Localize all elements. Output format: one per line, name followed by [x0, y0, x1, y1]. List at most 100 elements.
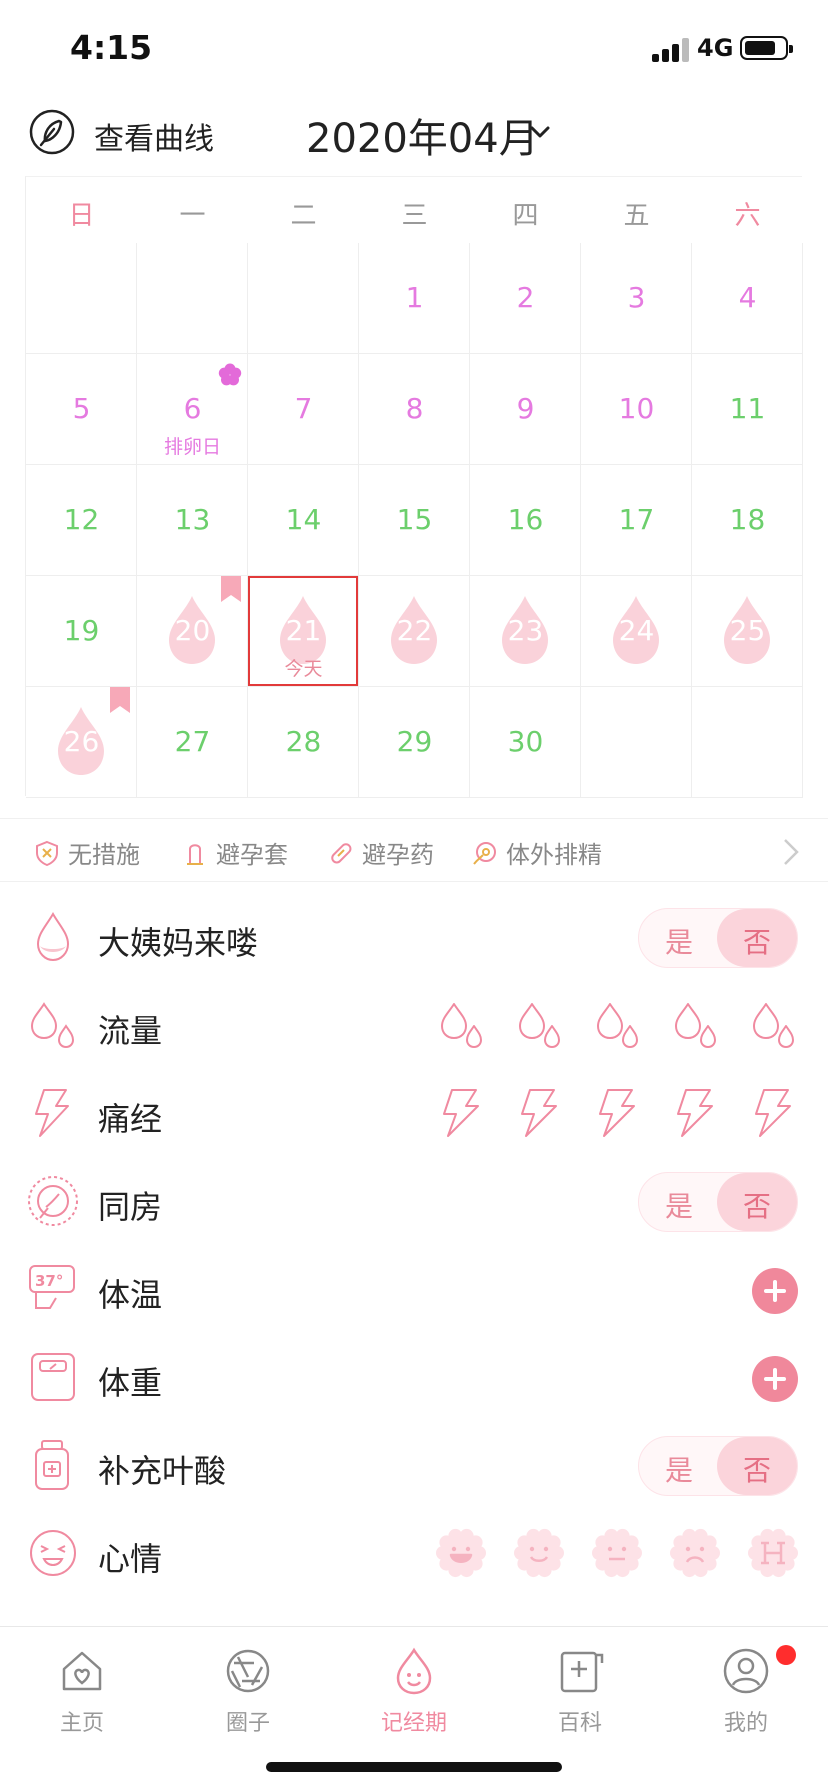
- calendar-day[interactable]: 6 排卵日: [137, 354, 248, 465]
- pain-level-lightning-icon[interactable]: [746, 1086, 800, 1140]
- laugh-face-icon[interactable]: [434, 1526, 488, 1580]
- contraception-none[interactable]: 无措施: [34, 835, 140, 869]
- intercourse-toggle[interactable]: 是 否: [638, 1172, 798, 1232]
- calendar-day[interactable]: 20: [137, 576, 248, 687]
- medicine-bottle-icon: [35, 1440, 69, 1490]
- pain-level-lightning-icon[interactable]: [434, 1086, 488, 1140]
- toggle-yes[interactable]: 是: [639, 1449, 719, 1489]
- chevron-right-icon[interactable]: [782, 837, 800, 867]
- calendar-day[interactable]: 23: [470, 576, 581, 687]
- tab-home[interactable]: 主页: [22, 1637, 142, 1747]
- calendar-day[interactable]: 22: [359, 576, 470, 687]
- record-label: 补充叶酸: [98, 1452, 227, 1490]
- calendar-day-number: 7: [294, 392, 313, 425]
- calendar-day[interactable]: 1: [359, 243, 470, 354]
- contraception-withdrawal[interactable]: 体外排精: [472, 835, 602, 869]
- calendar-empty-cell: [581, 687, 692, 798]
- contraception-label: 避孕药: [362, 841, 434, 869]
- drop-icon: [36, 912, 70, 962]
- view-curve-button[interactable]: 查看曲线: [94, 114, 214, 158]
- calendar-day-number: 23: [507, 614, 544, 647]
- contraception-label: 避孕套: [216, 841, 288, 869]
- status-time: 4:15: [70, 28, 153, 67]
- toggle-yes[interactable]: 是: [639, 921, 719, 961]
- pain-level-lightning-icon[interactable]: [668, 1086, 722, 1140]
- calendar-day[interactable]: 18: [692, 465, 803, 576]
- encyclopedia-icon: [560, 1651, 604, 1693]
- neutral-face-icon[interactable]: [590, 1526, 644, 1580]
- record-label: 痛经: [98, 1100, 163, 1138]
- mood-face-icon: [30, 1530, 76, 1576]
- calendar-day[interactable]: 13: [137, 465, 248, 576]
- toggle-no[interactable]: 否: [717, 1173, 797, 1231]
- calendar-day[interactable]: 24: [581, 576, 692, 687]
- calendar-day[interactable]: 25: [692, 576, 803, 687]
- calendar-day[interactable]: 16: [470, 465, 581, 576]
- toggle-yes[interactable]: 是: [639, 1185, 719, 1225]
- calendar-day[interactable]: 14: [248, 465, 359, 576]
- calendar-empty-cell: [26, 243, 137, 354]
- flow-level-drops-icon[interactable]: [512, 998, 566, 1052]
- calendar-day[interactable]: 8: [359, 354, 470, 465]
- period-toggle[interactable]: 是 否: [638, 908, 798, 968]
- record-flow: 流量: [0, 982, 828, 1070]
- contraception-pill[interactable]: 避孕药: [328, 835, 434, 869]
- add-weight-button[interactable]: [752, 1356, 798, 1402]
- tab-period[interactable]: 记经期: [354, 1637, 474, 1747]
- smile-face-icon[interactable]: [512, 1526, 566, 1580]
- calendar-day[interactable]: 5: [26, 354, 137, 465]
- toggle-no[interactable]: 否: [717, 1437, 797, 1495]
- calendar-day-number: 12: [63, 503, 100, 536]
- calendar-day[interactable]: 7: [248, 354, 359, 465]
- tab-encyclopedia[interactable]: 百科: [520, 1637, 640, 1747]
- calendar-day[interactable]: 4: [692, 243, 803, 354]
- flow-level-drops-icon[interactable]: [434, 998, 488, 1052]
- month-title[interactable]: 2020年04月: [306, 106, 539, 164]
- calendar-day[interactable]: 19: [26, 576, 137, 687]
- toggle-no[interactable]: 否: [717, 909, 797, 967]
- tab-profile[interactable]: 我的: [686, 1637, 806, 1747]
- record-label: 同房: [98, 1188, 163, 1226]
- calendar-day[interactable]: 26: [26, 687, 137, 798]
- calendar-day[interactable]: 3: [581, 243, 692, 354]
- home-indicator[interactable]: [266, 1762, 562, 1772]
- record-weight: 体重: [0, 1334, 828, 1422]
- calendar-day[interactable]: 21 今天: [248, 576, 359, 687]
- calendar-day[interactable]: 17: [581, 465, 692, 576]
- tab-circle[interactable]: 圈子: [188, 1637, 308, 1747]
- calendar-day[interactable]: 27: [137, 687, 248, 798]
- sad-face-icon[interactable]: [668, 1526, 722, 1580]
- calendar-day[interactable]: 12: [26, 465, 137, 576]
- tab-label: 圈子: [225, 1711, 270, 1736]
- calendar-day[interactable]: 28: [248, 687, 359, 798]
- record-label: 心情: [98, 1540, 163, 1578]
- calendar-day-number: 16: [507, 503, 544, 536]
- calendar-day-number: 27: [174, 725, 211, 758]
- add-temperature-button[interactable]: [752, 1268, 798, 1314]
- calendar-day-number: 10: [618, 392, 655, 425]
- condom-icon: [187, 843, 203, 865]
- weekday-label: 四: [512, 201, 539, 231]
- calendar-day[interactable]: 9: [470, 354, 581, 465]
- calendar-day[interactable]: 30: [470, 687, 581, 798]
- record-label: 大姨妈来喽: [98, 924, 259, 962]
- contraception-condom[interactable]: 避孕套: [182, 835, 288, 869]
- calendar-day[interactable]: 2: [470, 243, 581, 354]
- calendar-day[interactable]: 29: [359, 687, 470, 798]
- calendar-day[interactable]: 11: [692, 354, 803, 465]
- battery-icon: [740, 36, 793, 60]
- feather-curve-icon[interactable]: [28, 108, 76, 156]
- calendar-day-number: 30: [507, 725, 544, 758]
- chevron-down-icon[interactable]: [528, 120, 552, 144]
- calendar-day[interactable]: 15: [359, 465, 470, 576]
- flow-drops-icon: [30, 1002, 75, 1049]
- pain-level-lightning-icon[interactable]: [512, 1086, 566, 1140]
- calendar-day[interactable]: 10: [581, 354, 692, 465]
- flow-level-drops-icon[interactable]: [590, 998, 644, 1052]
- flow-level-drops-icon[interactable]: [746, 998, 800, 1052]
- pain-level-lightning-icon[interactable]: [590, 1086, 644, 1140]
- folic-acid-toggle[interactable]: 是 否: [638, 1436, 798, 1496]
- calendar-empty-cell: [692, 687, 803, 798]
- flow-level-drops-icon[interactable]: [668, 998, 722, 1052]
- angry-face-icon[interactable]: [746, 1526, 800, 1580]
